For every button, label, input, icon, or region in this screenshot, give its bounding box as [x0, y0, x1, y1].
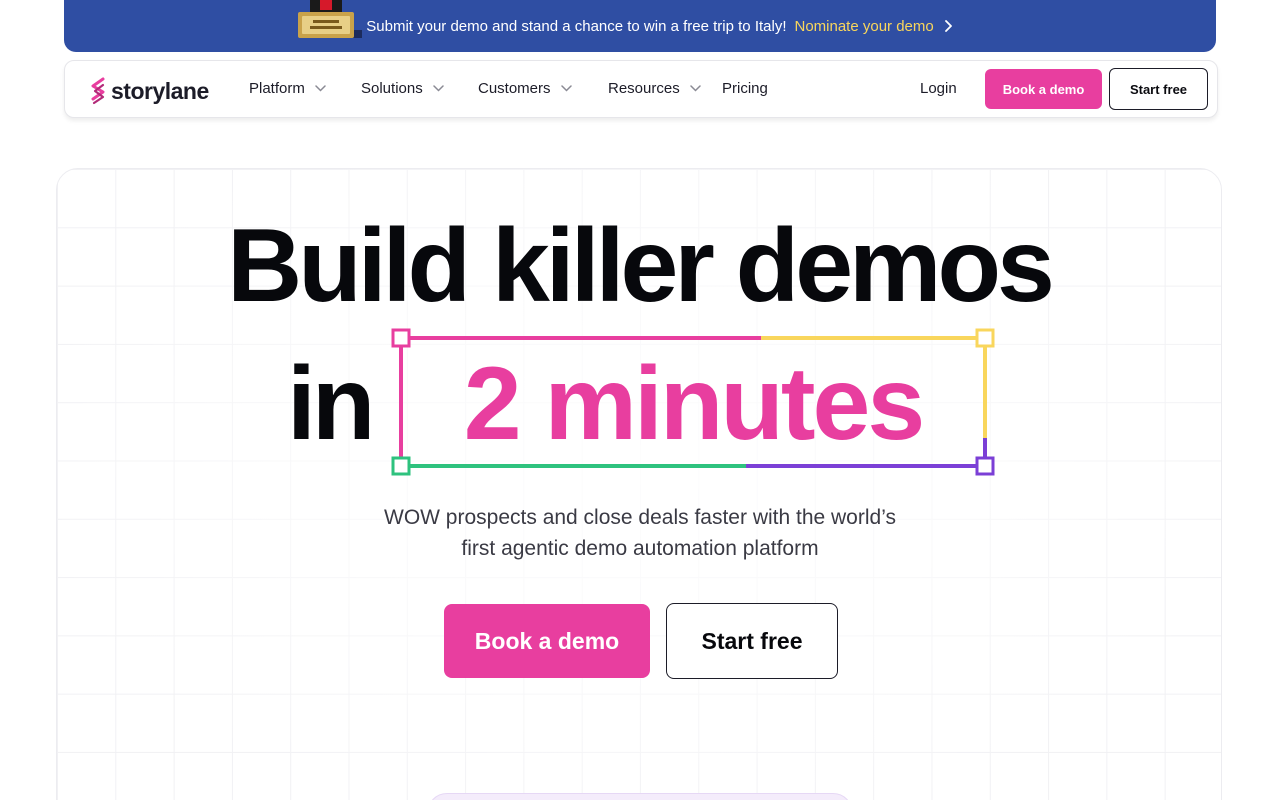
- hero-book-demo-button[interactable]: Book a demo: [444, 604, 650, 678]
- nav-start-free-button[interactable]: Start free: [1109, 68, 1208, 110]
- nav-item-customers[interactable]: Customers: [478, 80, 572, 97]
- nav-item-solutions[interactable]: Solutions: [361, 80, 444, 97]
- nav-item-resources[interactable]: Resources: [608, 80, 701, 97]
- nav-item-label: Pricing: [722, 80, 768, 97]
- trophy-icon: [298, 0, 362, 38]
- hero-start-free-button[interactable]: Start free: [666, 603, 838, 679]
- brand-name: storylane: [111, 77, 209, 104]
- nav-item-label: Resources: [608, 80, 680, 97]
- hero-section: Build killer demos in 2 minutes WOW pros…: [56, 168, 1222, 800]
- hero-highlight-text: 2 minutes: [463, 346, 925, 462]
- chevron-right-icon: [944, 20, 952, 32]
- storylane-logo-icon: [91, 77, 105, 105]
- storylane-logo[interactable]: storylane: [89, 77, 209, 105]
- main-navigation: storylane Platform Solutions Customers R…: [64, 60, 1218, 118]
- nav-item-pricing[interactable]: Pricing: [722, 80, 768, 97]
- announcement-banner: Submit your demo and stand a chance to w…: [64, 0, 1216, 52]
- chevron-down-icon: [432, 85, 444, 92]
- hero-subtitle: WOW prospects and close deals faster wit…: [340, 502, 940, 564]
- hero-subtitle-line2: first agentic demo automation platform: [461, 537, 819, 560]
- nav-item-label: Platform: [249, 80, 305, 97]
- nominate-demo-label: Nominate your demo: [794, 17, 934, 35]
- nav-item-platform[interactable]: Platform: [249, 80, 326, 97]
- login-link[interactable]: Login: [920, 80, 957, 97]
- chevron-down-icon: [689, 85, 701, 92]
- chevron-down-icon: [315, 85, 326, 92]
- nominate-demo-link[interactable]: Nominate your demo: [795, 18, 954, 35]
- nav-item-label: Solutions: [361, 80, 423, 97]
- hero-headline-in: in: [287, 346, 375, 462]
- chevron-down-icon: [560, 85, 572, 92]
- banner-text: Submit your demo and stand a chance to w…: [366, 17, 787, 35]
- hero-highlight-box: 2 minutes: [391, 328, 995, 476]
- nav-book-demo-button[interactable]: Book a demo: [985, 69, 1102, 109]
- nav-item-label: Customers: [478, 80, 551, 97]
- hero-headline: Build killer demos: [227, 208, 1055, 324]
- hero-subtitle-line1: WOW prospects and close deals faster wit…: [384, 506, 896, 529]
- hero-bottom-pill: [427, 793, 853, 800]
